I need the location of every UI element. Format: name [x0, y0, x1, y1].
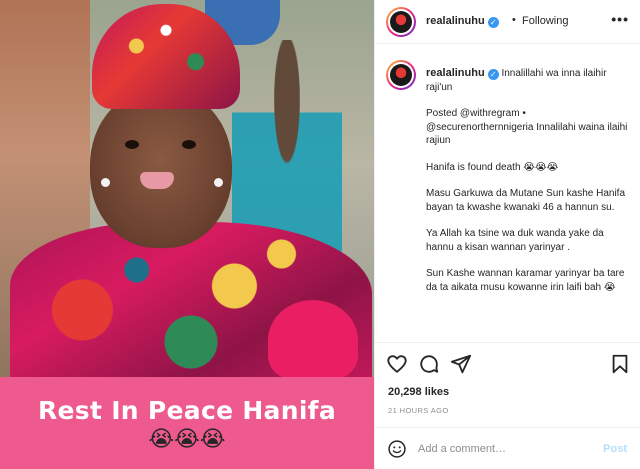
bookmark-icon[interactable] [609, 353, 631, 375]
caption-username[interactable]: realalinuhu [426, 67, 485, 79]
verified-badge-icon: ✓ [487, 69, 499, 80]
header-username-text[interactable]: realalinuhu [426, 15, 485, 27]
header-username[interactable]: realalinuhu ✓ [426, 15, 499, 28]
caption-sun: Sun Kashe wannan karamar yarinyar ba tar… [426, 268, 625, 293]
post-header: realalinuhu ✓ • Following ••• [375, 0, 640, 44]
header-separator: • [512, 14, 516, 26]
post-timestamp[interactable]: 21 HOURS AGO [388, 406, 449, 415]
smiley-icon[interactable] [387, 439, 407, 459]
header-avatar[interactable] [386, 7, 416, 37]
caption-sun-emoji: 😭 [603, 281, 616, 293]
girl-eye-right [182, 140, 196, 149]
girl-sleeve [268, 300, 358, 380]
more-options-icon[interactable]: ••• [611, 11, 629, 27]
action-bar [375, 342, 640, 384]
post-comment-button[interactable]: Post [603, 443, 627, 455]
photo-caption-emoji: 😭😭😭 [148, 426, 226, 451]
heart-icon[interactable] [386, 353, 408, 375]
caption-avatar[interactable] [386, 60, 416, 90]
mention-securenorthernnigeria[interactable]: @securenorthernnigeria [426, 122, 533, 133]
girl-earring-right [214, 178, 223, 187]
caption-found: Hanifa is found death [426, 161, 521, 173]
girl-tongue [140, 172, 174, 189]
girl-face [90, 88, 232, 248]
caption-found-emoji: 😭😭😭 [523, 161, 559, 173]
post-panel: realalinuhu ✓ • Following ••• realalinuhu… [374, 0, 640, 469]
caption-allah: Ya Allah ka tsine wa duk wanda yake da h… [426, 228, 604, 253]
share-icon[interactable] [450, 353, 472, 375]
likes-count[interactable]: 20,298 likes [388, 386, 449, 398]
girl-earring-left [101, 178, 110, 187]
comment-input[interactable] [418, 438, 590, 460]
girl-eye-left [125, 140, 139, 149]
caption-masu: Masu Garkuwa da Mutane Sun kashe Hanifa … [426, 188, 625, 213]
following-button[interactable]: Following [522, 15, 568, 27]
mention-withregram[interactable]: @withregram [460, 108, 520, 119]
add-comment-bar: Post [375, 427, 640, 469]
caption-area: realalinuhu ✓ Innalillahi wa inna ilaihir… [375, 45, 640, 342]
photo-caption-title: Rest In Peace Hanifa [37, 396, 337, 425]
comment-icon[interactable] [418, 353, 440, 375]
verified-badge-icon: ✓ [487, 17, 499, 28]
caption-text: realalinuhu ✓ Innalillahi wa inna ilaihir… [426, 67, 631, 307]
caption-posted-prefix: Posted [426, 108, 458, 119]
caption-separator: • [522, 108, 526, 119]
